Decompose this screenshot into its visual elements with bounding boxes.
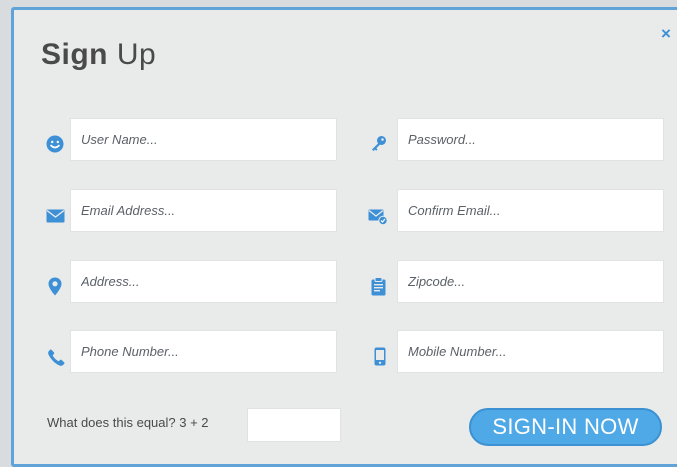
signup-modal: Sign Up × User Name... Password... Email… bbox=[11, 7, 677, 467]
phone-icon bbox=[45, 346, 67, 368]
envelope-check-icon bbox=[367, 206, 389, 228]
address-input[interactable] bbox=[70, 260, 337, 303]
password-input[interactable] bbox=[397, 118, 664, 161]
location-pin-icon bbox=[44, 275, 66, 297]
close-icon[interactable]: × bbox=[661, 24, 671, 44]
page-title: Sign Up bbox=[41, 38, 156, 72]
key-icon bbox=[368, 132, 390, 154]
smiley-icon bbox=[44, 133, 66, 155]
captcha-answer-input[interactable] bbox=[247, 408, 341, 442]
mobile-input[interactable] bbox=[397, 330, 664, 373]
phone-input[interactable] bbox=[70, 330, 337, 373]
sign-in-button[interactable]: SIGN-IN NOW bbox=[469, 408, 662, 446]
title-word-sign: Sign bbox=[41, 38, 108, 71]
title-word-up: Up bbox=[116, 38, 157, 71]
username-input[interactable] bbox=[70, 118, 337, 161]
zipcode-input[interactable] bbox=[397, 260, 664, 303]
envelope-icon bbox=[44, 205, 66, 227]
email-input[interactable] bbox=[70, 189, 337, 232]
confirm-email-input[interactable] bbox=[397, 189, 664, 232]
captcha-question: What does this equal? 3 + 2 bbox=[47, 415, 209, 430]
mobile-icon bbox=[369, 345, 391, 367]
clipboard-icon bbox=[368, 275, 390, 297]
